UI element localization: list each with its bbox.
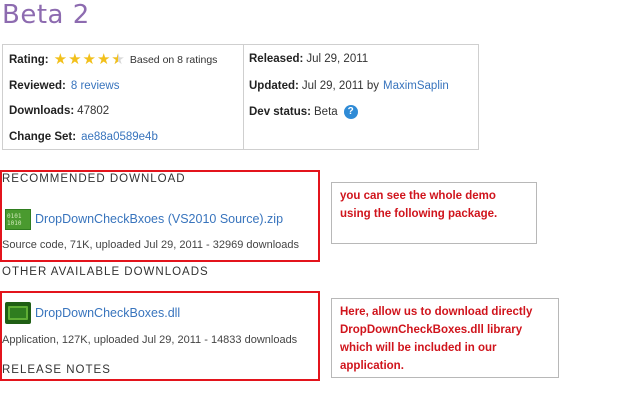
star-icon[interactable]: ★ [97,52,110,67]
other-download-meta: Application, 127K, uploaded Jul 29, 2011… [2,334,298,346]
callout-demo-package: you can see the whole demo using the fol… [331,182,537,244]
page-title: Beta 2 [2,0,90,30]
svg-text:1010: 1010 [7,220,22,227]
reviewed-row: Reviewed: 8 reviews [9,80,119,92]
devstatus-row: Dev status: Beta ? [249,105,358,119]
downloads-row: Downloads: 47802 [9,105,109,117]
author-link[interactable]: MaximSaplin [383,80,449,92]
devstatus-label: Dev status: [249,106,311,118]
other-download-link[interactable]: DropDownCheckBoxes.dll [35,306,180,320]
downloads-label: Downloads: [9,105,75,117]
released-label: Released: [249,53,304,65]
rating-stars[interactable]: ★ ★ ★ ★ ★ [54,52,126,67]
updated-label: Updated: [249,80,299,92]
help-icon[interactable]: ? [343,105,358,119]
devstatus-value: Beta [314,106,338,118]
zip-file-icon[interactable]: 0101 1010 [4,206,32,232]
rating-text: Based on 8 ratings [129,54,218,66]
star-icon[interactable]: ★ [68,52,81,67]
star-icon[interactable]: ★ [111,52,124,67]
star-icon[interactable]: ★ [83,52,96,67]
svg-text:0101: 0101 [7,213,22,220]
recommended-download-link[interactable]: DropDownCheckBxoes (VS2010 Source).zip [35,212,283,226]
callout-dll-download: Here, allow us to download directly Drop… [331,298,559,378]
recommended-download-meta: Source code, 71K, uploaded Jul 29, 2011 … [2,239,300,251]
reviewed-label: Reviewed: [9,80,66,92]
info-divider [243,45,244,149]
changeset-label: Change Set: [9,131,77,143]
reviews-link[interactable]: 8 reviews [71,80,120,92]
changeset-row: Change Set: ae88a0589e4b [9,131,158,143]
changeset-link[interactable]: ae88a0589e4b [81,131,158,143]
updated-date: Jul 29, 2011 by [301,80,379,92]
rating-label: Rating: [9,54,49,66]
star-icon[interactable]: ★ [54,52,67,67]
downloads-count: 47802 [77,105,110,117]
dll-file-icon[interactable] [4,300,32,326]
release-notes-heading: RELEASE NOTES [2,364,111,376]
rating-row: Rating: ★★★★★ Based on 8 ratings [9,52,218,67]
project-info-panel: Rating: ★★★★★ Based on 8 ratings Reviewe… [2,44,479,150]
other-downloads-heading: OTHER AVAILABLE DOWNLOADS [2,266,209,278]
updated-row: Updated: Jul 29, 2011 by MaximSaplin [249,80,449,92]
released-date: Jul 29, 2011 [306,53,369,65]
released-row: Released: Jul 29, 2011 [249,53,368,65]
